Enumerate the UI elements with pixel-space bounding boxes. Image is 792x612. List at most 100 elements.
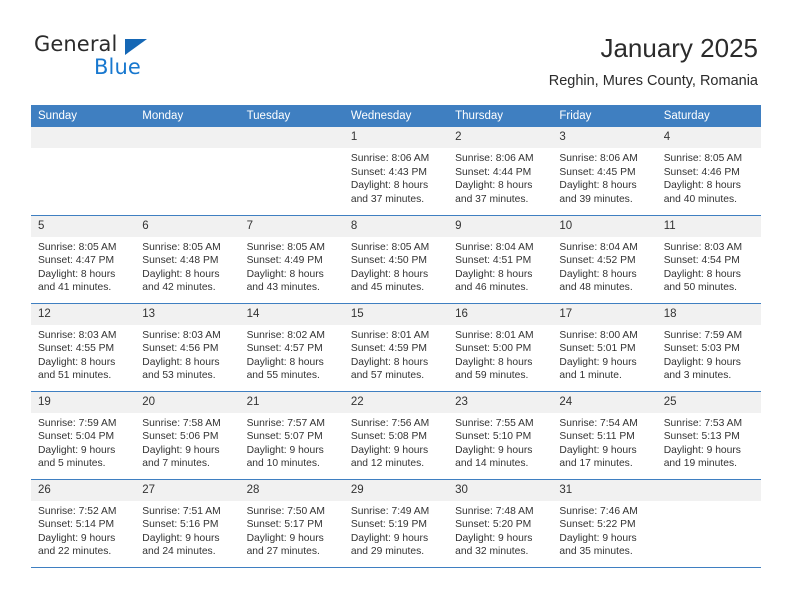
day-cell[interactable]: 26 Sunrise: 7:52 AM Sunset: 5:14 PM Dayligh…: [31, 478, 136, 568]
day-details: Sunrise: 8:05 AM Sunset: 4:50 PM Daylight:…: [344, 237, 448, 295]
day-cell[interactable]: 27 Sunrise: 7:51 AM Sunset: 5:16 PM Dayligh…: [135, 478, 240, 568]
calendar-grid: Sunday Monday Tuesday Wednesday Thursday…: [31, 105, 761, 568]
sunset-text: Sunset: 4:47 PM: [38, 255, 115, 267]
day-cell[interactable]: 15 Sunrise: 8:01 AM Sunset: 4:59 PM Dayligh…: [343, 302, 449, 391]
day-cell[interactable]: 18 Sunrise: 7:59 AM Sunset: 5:03 PM Dayligh…: [656, 302, 761, 391]
sunrise-text: Sunrise: 8:04 AM: [559, 241, 638, 253]
daylight-text: Daylight: 9 hours: [455, 532, 533, 544]
daylight-text: and 41 minutes.: [38, 282, 112, 294]
daylight-text: and 19 minutes.: [663, 458, 737, 470]
sunrise-text: Sunrise: 8:01 AM: [455, 329, 534, 341]
day-details: Sunrise: 8:05 AM Sunset: 4:49 PM Daylight:…: [240, 237, 344, 295]
general-blue-logo[interactable]: General Blue: [34, 32, 214, 88]
day-details: Sunrise: 7:54 AM Sunset: 5:11 PM Daylight:…: [552, 413, 656, 471]
day-cell[interactable]: 6 Sunrise: 8:05 AM Sunset: 4:48 PM Daylight…: [135, 214, 240, 303]
day-cell[interactable]: 9 Sunrise: 8:04 AM Sunset: 4:51 PM Daylight…: [448, 214, 553, 303]
day-cell[interactable]: 25 Sunrise: 7:53 AM Sunset: 5:13 PM Dayligh…: [656, 390, 761, 479]
day-number: 7: [239, 215, 344, 237]
calendar-page: General Blue January 2025 Reghin, Mures …: [0, 0, 792, 612]
daylight-text: Daylight: 8 hours: [38, 356, 116, 368]
day-cell[interactable]: 19 Sunrise: 7:59 AM Sunset: 5:04 PM Dayligh…: [31, 390, 136, 479]
sunrise-text: Sunrise: 8:06 AM: [350, 153, 430, 164]
day-cell[interactable]: 11 Sunrise: 8:03 AM Sunset: 4:54 PM Dayligh…: [656, 214, 761, 303]
day-cell[interactable]: 7 Sunrise: 8:05 AM Sunset: 4:49 PM Daylight…: [239, 214, 344, 303]
daylight-text: and 29 minutes.: [350, 546, 425, 558]
day-number: 28: [239, 479, 344, 501]
day-number: 8: [343, 215, 449, 237]
sunset-text: Sunset: 5:03 PM: [663, 343, 740, 355]
sunset-text: Sunset: 5:07 PM: [246, 431, 323, 443]
day-cell[interactable]: 17 Sunrise: 8:00 AM Sunset: 5:01 PM Dayligh…: [552, 302, 657, 391]
sunset-text: Sunset: 4:54 PM: [663, 255, 740, 267]
day-cell[interactable]: 20 Sunrise: 7:58 AM Sunset: 5:06 PM Dayligh…: [135, 390, 240, 479]
day-number: 23: [448, 391, 553, 413]
day-cell[interactable]: 28 Sunrise: 7:50 AM Sunset: 5:17 PM Dayligh…: [239, 478, 344, 568]
daylight-text: and 24 minutes.: [142, 546, 216, 558]
sunrise-text: Sunrise: 7:50 AM: [246, 505, 325, 517]
sunrise-text: Sunrise: 7:58 AM: [142, 417, 221, 429]
daylight-text: and 51 minutes.: [38, 370, 112, 382]
day-cell[interactable]: 13 Sunrise: 8:03 AM Sunset: 4:56 PM Dayligh…: [135, 302, 240, 391]
sunrise-text: Sunrise: 7:54 AM: [559, 417, 638, 429]
day-number: [135, 127, 240, 148]
day-cell[interactable]: 14 Sunrise: 8:02 AM Sunset: 4:57 PM Dayligh…: [239, 302, 344, 391]
daylight-text: Daylight: 8 hours: [246, 268, 324, 280]
day-cell[interactable]: 12 Sunrise: 8:03 AM Sunset: 4:55 PM Dayligh…: [31, 302, 136, 391]
day-cell[interactable]: 24 Sunrise: 7:54 AM Sunset: 5:11 PM Dayligh…: [552, 390, 657, 479]
day-cell[interactable]: 8 Sunrise: 8:05 AM Sunset: 4:50 PM Daylight…: [343, 214, 449, 303]
sunset-text: Sunset: 4:57 PM: [246, 343, 323, 355]
sunrise-text: Sunrise: 8:03 AM: [663, 241, 743, 253]
page-subtitle: Reghin, Mures County, Romania: [548, 73, 758, 89]
sunrise-text: Sunrise: 7:59 AM: [663, 329, 743, 341]
day-details: Sunrise: 7:59 AM Sunset: 5:03 PM Daylight:…: [657, 325, 761, 383]
daylight-text: Daylight: 9 hours: [663, 356, 741, 368]
day-number: 10: [552, 215, 657, 237]
calendar-week-row: 19 Sunrise: 7:59 AM Sunset: 5:04 PM Dayligh…: [31, 390, 761, 479]
calendar-body: 1 Sunrise: 8:06 AM Sunset: 4:43 PM Daylight…: [31, 127, 761, 568]
day-number: 4: [656, 127, 761, 148]
daylight-text: Daylight: 8 hours: [142, 356, 220, 368]
calendar-week-row: 5 Sunrise: 8:05 AM Sunset: 4:47 PM Daylight…: [31, 214, 761, 303]
sunrise-text: Sunrise: 8:02 AM: [246, 329, 325, 341]
sunset-text: Sunset: 4:55 PM: [38, 343, 115, 355]
day-details: Sunrise: 8:05 AM Sunset: 4:46 PM Daylight:…: [657, 148, 761, 206]
daylight-text: and 40 minutes.: [663, 193, 737, 205]
day-cell[interactable]: 2 Sunrise: 8:06 AM Sunset: 4:44 PM Daylight…: [448, 127, 553, 215]
day-cell[interactable]: 4 Sunrise: 8:05 AM Sunset: 4:46 PM Daylight…: [656, 127, 761, 215]
sunset-text: Sunset: 5:08 PM: [350, 431, 427, 443]
day-cell[interactable]: 22 Sunrise: 7:56 AM Sunset: 5:08 PM Dayligh…: [343, 390, 449, 479]
daylight-text: and 22 minutes.: [38, 546, 112, 558]
day-cell[interactable]: 1 Sunrise: 8:06 AM Sunset: 4:43 PM Daylight…: [343, 127, 449, 215]
sunrise-text: Sunrise: 8:05 AM: [350, 241, 430, 253]
day-number: 2: [448, 127, 553, 148]
daylight-text: Daylight: 9 hours: [559, 532, 637, 544]
sunset-text: Sunset: 5:16 PM: [142, 519, 219, 531]
day-details: Sunrise: 8:05 AM Sunset: 4:48 PM Daylight:…: [135, 237, 239, 295]
day-cell[interactable]: 3 Sunrise: 8:06 AM Sunset: 4:45 PM Daylight…: [552, 127, 657, 215]
day-details: Sunrise: 7:56 AM Sunset: 5:08 PM Daylight:…: [344, 413, 448, 471]
sunset-text: Sunset: 4:51 PM: [455, 255, 532, 267]
day-details: Sunrise: 7:50 AM Sunset: 5:17 PM Daylight:…: [240, 501, 344, 559]
day-cell[interactable]: 10 Sunrise: 8:04 AM Sunset: 4:52 PM Dayligh…: [552, 214, 657, 303]
daylight-text: Daylight: 8 hours: [350, 268, 429, 280]
day-cell[interactable]: 30 Sunrise: 7:48 AM Sunset: 5:20 PM Dayligh…: [448, 478, 553, 568]
day-cell[interactable]: 5 Sunrise: 8:05 AM Sunset: 4:47 PM Daylight…: [31, 214, 136, 303]
weekday-header-tuesday: Tuesday: [239, 105, 344, 127]
day-cell[interactable]: 21 Sunrise: 7:57 AM Sunset: 5:07 PM Dayligh…: [239, 390, 344, 479]
sunset-text: Sunset: 5:22 PM: [559, 519, 636, 531]
daylight-text: Daylight: 9 hours: [559, 356, 637, 368]
day-cell[interactable]: 16 Sunrise: 8:01 AM Sunset: 5:00 PM Dayligh…: [448, 302, 553, 391]
day-cell[interactable]: 31 Sunrise: 7:46 AM Sunset: 5:22 PM Dayligh…: [552, 478, 657, 568]
sunrise-text: Sunrise: 8:06 AM: [455, 153, 534, 164]
daylight-text: Daylight: 8 hours: [559, 268, 637, 280]
sunrise-text: Sunrise: 8:05 AM: [246, 241, 325, 253]
sunrise-text: Sunrise: 8:03 AM: [142, 329, 221, 341]
day-details: Sunrise: 8:05 AM Sunset: 4:47 PM Daylight:…: [31, 237, 135, 295]
sunrise-text: Sunrise: 8:01 AM: [350, 329, 430, 341]
day-cell[interactable]: 23 Sunrise: 7:55 AM Sunset: 5:10 PM Dayligh…: [448, 390, 553, 479]
day-number: [656, 479, 761, 501]
day-details: Sunrise: 7:48 AM Sunset: 5:20 PM Daylight:…: [448, 501, 552, 559]
daylight-text: and 50 minutes.: [663, 282, 737, 294]
day-cell[interactable]: 29 Sunrise: 7:49 AM Sunset: 5:19 PM Dayligh…: [343, 478, 449, 568]
daylight-text: and 37 minutes.: [455, 193, 529, 205]
